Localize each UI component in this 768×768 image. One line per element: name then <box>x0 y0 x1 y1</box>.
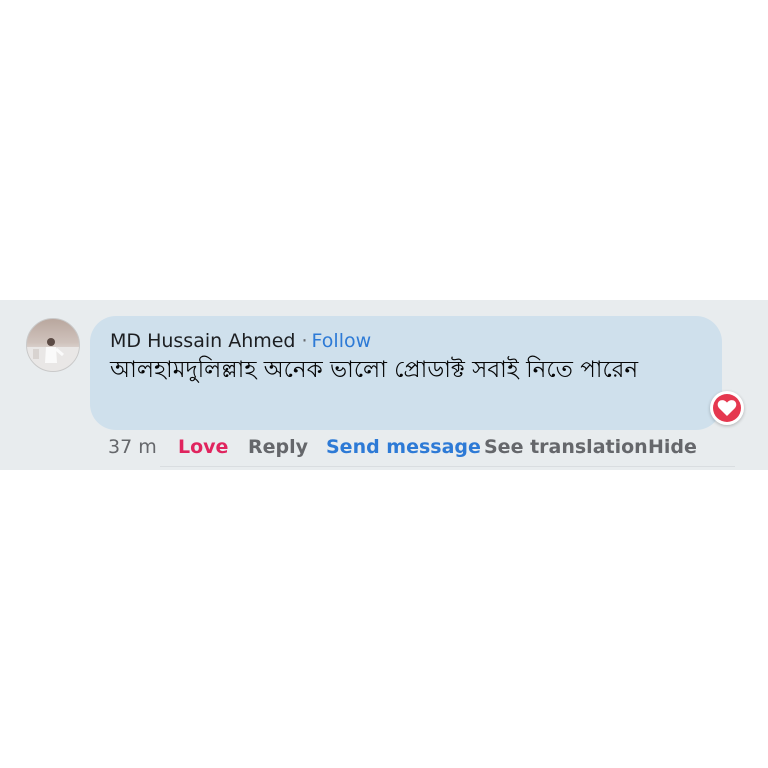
heart-icon <box>717 400 737 416</box>
reply-button[interactable]: Reply <box>248 436 308 458</box>
avatar[interactable] <box>26 318 80 372</box>
send-message-button[interactable]: Send message <box>326 436 481 458</box>
author-name[interactable]: MD Hussain Ahmed <box>110 330 296 352</box>
separator: · <box>301 330 308 352</box>
divider <box>160 466 735 471</box>
hide-button[interactable]: Hide <box>648 436 697 458</box>
comment-text: আলহামদুলিল্লাহ অনেক ভালো প্রোডাক্ট সবাই … <box>110 357 639 383</box>
comment-timestamp[interactable]: 37 m <box>108 436 157 458</box>
love-button[interactable]: Love <box>178 436 228 458</box>
author-line: MD Hussain Ahmed · Follow <box>110 330 371 352</box>
follow-link[interactable]: Follow <box>312 330 372 352</box>
see-translation-button[interactable]: See translation <box>484 436 648 458</box>
love-reaction-badge[interactable] <box>710 391 744 425</box>
